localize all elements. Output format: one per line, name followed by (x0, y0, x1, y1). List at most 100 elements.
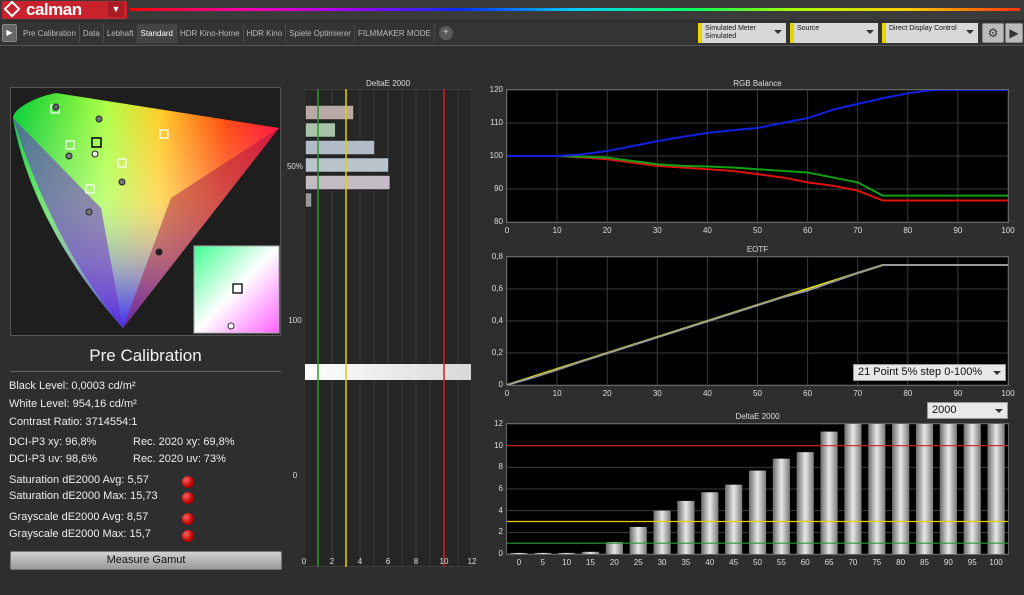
tab-data[interactable]: Data (80, 24, 104, 43)
deltae-gamut-ytick-0: 0 (292, 471, 298, 480)
deltae-grayscale-bar (963, 424, 981, 554)
eotf-xtick: 70 (853, 389, 863, 398)
rgb-balance-xtick: 10 (552, 226, 562, 235)
yellow-measure-point (95, 115, 103, 123)
deltae-grayscale-bar (844, 424, 862, 554)
rgb-balance-xtick: 50 (753, 226, 762, 235)
deltae-grayscale-ytick: 2 (498, 527, 503, 537)
eotf-ytick: 0,6 (491, 284, 503, 293)
grayscale-max-fail-icon (182, 530, 194, 542)
settings-gear-icon[interactable]: ⚙ (982, 23, 1004, 43)
deltae-gamut-bar (304, 139, 376, 156)
dci-p3-xy: DCI-P3 xy: 96,8% (9, 436, 97, 448)
saturation-max: Saturation dE2000 Max: 15,73 (9, 490, 158, 502)
display-control-label: Direct Display Control (889, 25, 957, 32)
eotf-xtick: 100 (1001, 389, 1015, 398)
deltae-grayscale-bar (534, 552, 552, 554)
deltae-grayscale-xtick: 75 (872, 558, 882, 567)
title-divider (10, 371, 281, 372)
deltae-grayscale-xtick: 80 (896, 558, 906, 567)
add-tab-icon[interactable]: + (438, 26, 453, 40)
deltae-grayscale-bar (510, 552, 528, 554)
deltae-gamut-xtick: 2 (329, 557, 335, 566)
deltae-grayscale-bar (868, 424, 886, 554)
measure-gamut-button[interactable]: Measure Gamut (10, 551, 282, 570)
cie-zoom-inset (193, 245, 280, 334)
cie-diagram-svg (13, 93, 280, 334)
deltae-grayscale-bar (605, 542, 623, 554)
deltae-grayscale-bar (892, 424, 910, 554)
deltae-grayscale-xtick: 25 (633, 558, 643, 567)
grayscale-max: Grayscale dE2000 Max: 15,7 (9, 528, 151, 540)
deltae-grayscale-xtick: 15 (586, 558, 595, 567)
chevron-down-icon (866, 30, 874, 34)
source-dropdown[interactable]: Source (790, 23, 878, 43)
eotf-xtick: 40 (702, 389, 712, 398)
white-level: White Level: 954,16 cd/m² (9, 398, 137, 410)
chevron-down-icon (774, 30, 782, 34)
rgb-balance-xtick: 90 (953, 226, 963, 235)
black-level: Black Level: 0,0003 cd/m² (9, 380, 136, 392)
rgb-balance-xtick: 0 (504, 226, 510, 235)
rgb-balance-xtick: 70 (853, 226, 863, 235)
app-menu-dropdown-icon[interactable]: ▼ (108, 2, 124, 17)
tab-lebhaft[interactable]: Lebhaft (104, 24, 138, 43)
chevron-down-icon (993, 371, 1001, 375)
deltae-grayscale-ytick: 0 (498, 549, 503, 558)
deltae-grayscale-bar (915, 424, 934, 554)
rec2020-uv: Rec. 2020 uv: 73% (133, 453, 226, 465)
chevron-down-icon (966, 30, 974, 34)
eotf-point-select[interactable]: 21 Point 5% step 0-100% (853, 364, 1006, 381)
green-measure-point (52, 103, 60, 111)
eotf-title: EOTF (746, 245, 769, 254)
eotf-ytick: 0,2 (491, 348, 503, 357)
white-measure-point (91, 150, 99, 158)
deltae-grayscale-xtick: 95 (967, 558, 977, 567)
deltae-grayscale-bar (701, 492, 719, 554)
deltae-grayscale-ytick: 8 (498, 462, 503, 472)
tab-scroll-left-icon[interactable]: ▶ (2, 24, 17, 42)
tab-pre-calibration[interactable]: Pre Calibration (20, 24, 80, 43)
eotf-ytick: 0,4 (491, 316, 503, 325)
deltae-gamut-xtick: 10 (439, 557, 449, 566)
cyan-measure-point (65, 152, 73, 160)
deltae-grayscale-bar (558, 552, 576, 554)
meter-dropdown[interactable]: Simulated Meter Simulated (698, 23, 786, 43)
rgb-balance-ytick: 80 (494, 217, 503, 226)
rec2020-xy: Rec. 2020 xy: 69,8% (133, 436, 235, 448)
contrast-ratio: Contrast Ratio: 3714554:1 (9, 416, 138, 428)
rgb-balance-ytick: 90 (494, 184, 503, 193)
deltae-grayscale-xtick: 40 (705, 558, 715, 567)
rgb-balance-xtick: 60 (803, 226, 813, 235)
deltae-gamut-xtick: 6 (385, 557, 391, 566)
deltae-grayscale-bar (581, 551, 600, 554)
grayscale-avg-fail-icon (182, 513, 194, 525)
tab-hdr-kino-home[interactable]: HDR Kino-Home (177, 24, 244, 43)
deltae-gamut-title: DeltaE 2000 (365, 79, 411, 88)
rgb-balance-ytick: 120 (489, 85, 503, 94)
deltae-grayscale-xtick: 55 (776, 558, 786, 567)
deltae-grayscale-ytick: 4 (498, 505, 503, 515)
grayscale-avg: Grayscale dE2000 Avg: 8,57 (9, 511, 149, 523)
rgb-balance-title: RGB Balance (733, 79, 782, 88)
tab-hdr-kino[interactable]: HDR Kino (244, 24, 287, 43)
deltae-gamut-bar (304, 121, 337, 139)
tab-spiele-optimierer[interactable]: Spiele Optimierer (286, 24, 355, 43)
tab-standard[interactable]: Standard (137, 24, 177, 43)
deltae-gamut-bar (304, 191, 313, 209)
eotf-xtick: 30 (652, 389, 662, 398)
display-control-dropdown[interactable]: Direct Display Control (882, 23, 978, 43)
next-arrow-icon[interactable]: ▶ (1005, 23, 1023, 43)
rgb-balance-chart (506, 89, 1009, 223)
deltae-grayscale-xtick: 10 (562, 558, 572, 567)
deltae-gamut-svg (303, 88, 473, 568)
eotf-xtick: 0 (504, 389, 510, 398)
deltae-grayscale-xtick: 85 (920, 558, 929, 567)
rgb-balance-xtick: 40 (702, 226, 712, 235)
saturation-avg: Saturation dE2000 Avg: 5,57 (9, 474, 149, 486)
rgb-balance-xtick: 30 (652, 226, 662, 235)
deltae-grayscale-title: DeltaE 2000 (735, 412, 780, 421)
tab-filmmaker-mode[interactable]: FILMMAKER MODE (355, 24, 435, 43)
eotf-xtick: 10 (552, 389, 562, 398)
deltae-grayscale-ytick: 10 (494, 440, 503, 450)
